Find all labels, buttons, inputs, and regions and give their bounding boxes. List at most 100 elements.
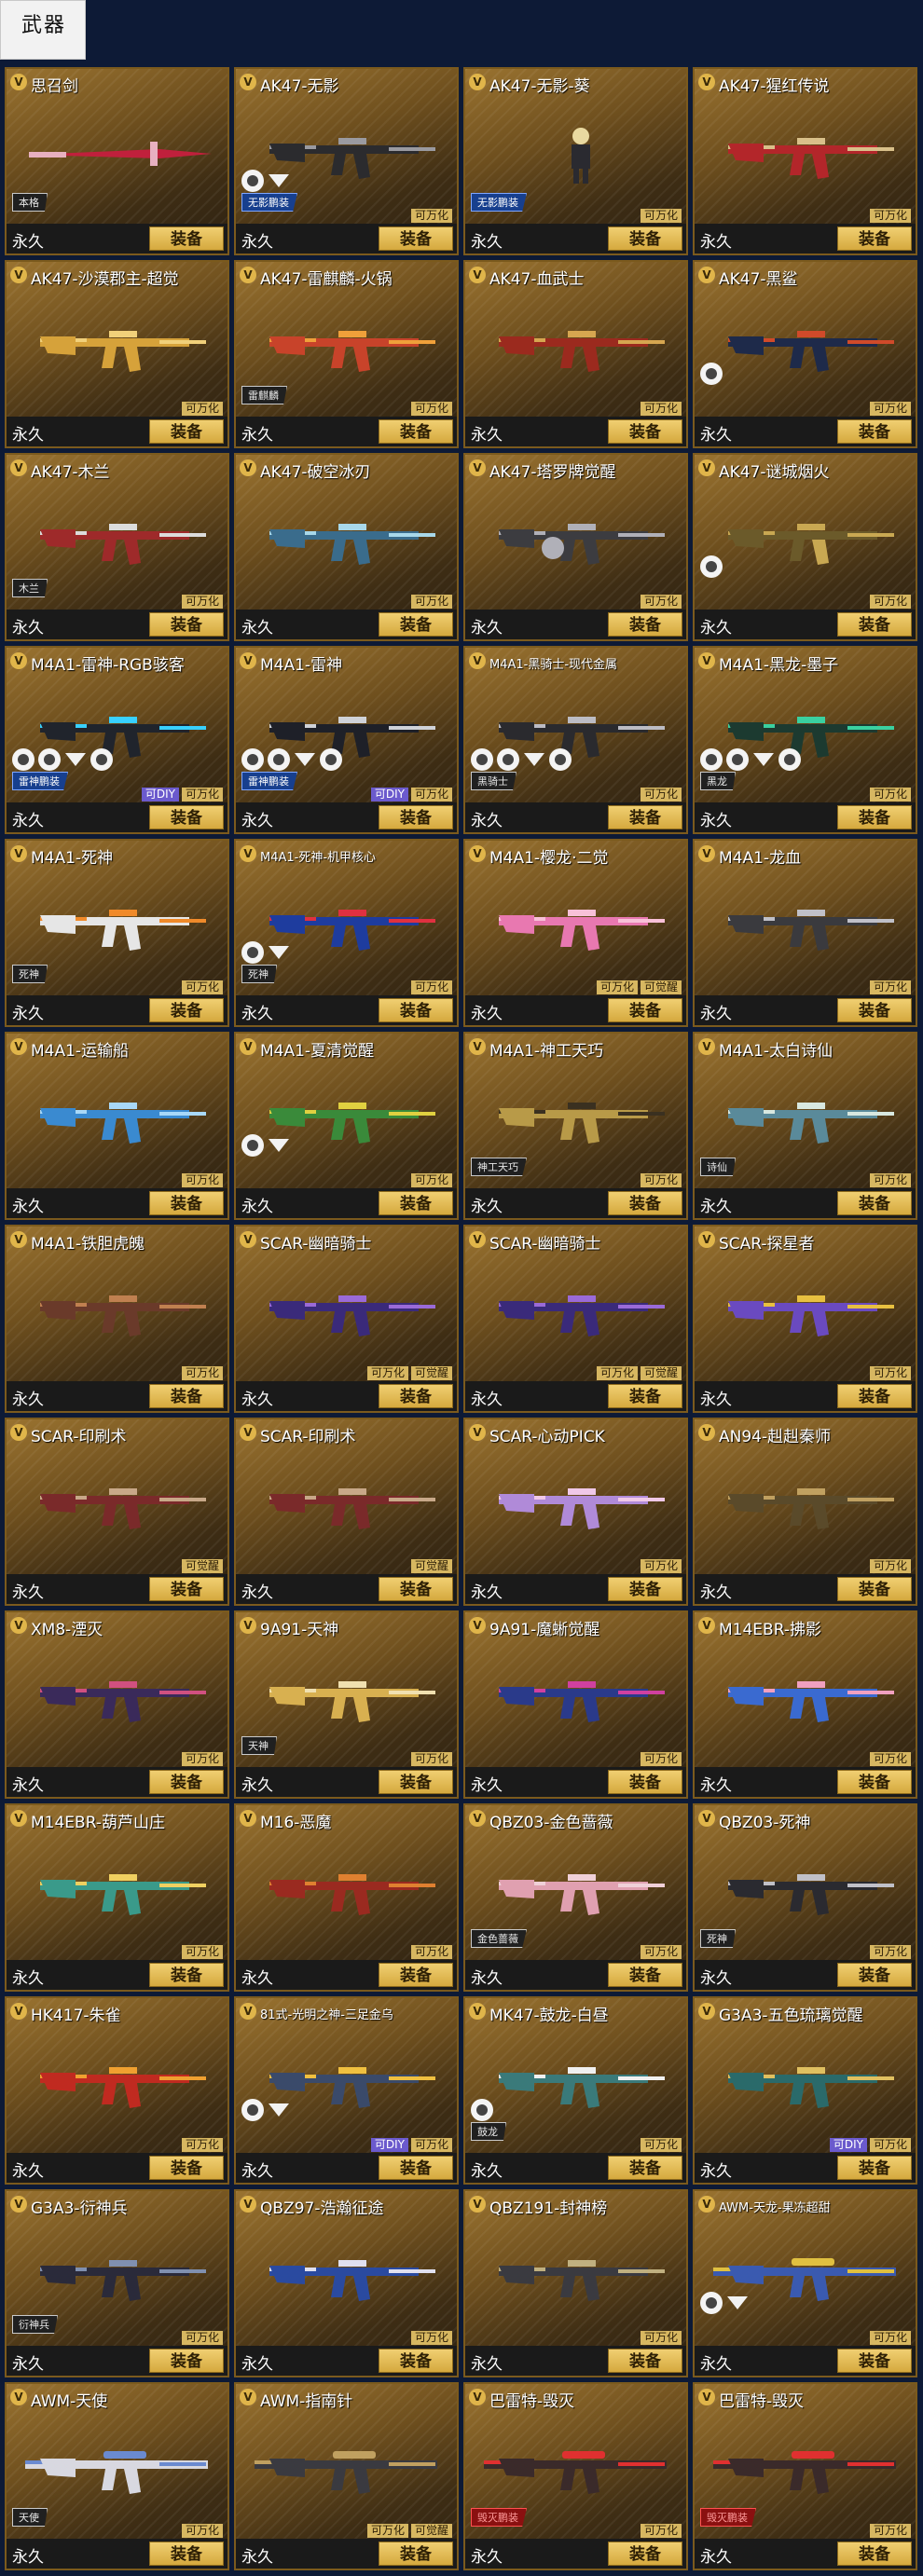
weapon-card[interactable]: V SCAR-探星者 可万化 永久 装备 <box>693 1225 917 1413</box>
weapon-card[interactable]: V M4A1-雷神-RGB骇客 雷神鹏装 可DIY 可万化 永久 装备 <box>5 646 229 834</box>
equip-button[interactable]: 装备 <box>379 1963 453 1987</box>
equip-button[interactable]: 装备 <box>608 2542 682 2566</box>
equip-button[interactable]: 装备 <box>837 1384 912 1408</box>
weapon-card[interactable]: V M16-恶魔 可万化 永久 装备 <box>234 1803 459 1992</box>
equip-button[interactable]: 装备 <box>379 1577 453 1601</box>
equip-button[interactable]: 装备 <box>379 1384 453 1408</box>
equip-button[interactable]: 装备 <box>149 998 224 1022</box>
weapon-card[interactable]: V AK47-塔罗牌觉醒 可万化 永久 装备 <box>463 453 688 641</box>
weapon-card[interactable]: V QBZ191-封神榜 可万化 永久 装备 <box>463 2189 688 2377</box>
weapon-card[interactable]: V AK47-谜城烟火 可万化 永久 装备 <box>693 453 917 641</box>
equip-button[interactable]: 装备 <box>837 612 912 637</box>
equip-button[interactable]: 装备 <box>149 1963 224 1987</box>
equip-button[interactable]: 装备 <box>149 805 224 829</box>
equip-button[interactable]: 装备 <box>149 226 224 251</box>
equip-button[interactable]: 装备 <box>379 998 453 1022</box>
weapon-card[interactable]: V AK47-黑鲨 可万化 永久 装备 <box>693 260 917 448</box>
equip-button[interactable]: 装备 <box>608 2349 682 2373</box>
weapon-card[interactable]: V AK47-木兰 木兰 可万化 永久 装备 <box>5 453 229 641</box>
equip-button[interactable]: 装备 <box>837 1577 912 1601</box>
equip-button[interactable]: 装备 <box>379 1770 453 1794</box>
equip-button[interactable]: 装备 <box>837 2156 912 2180</box>
equip-button[interactable]: 装备 <box>379 419 453 444</box>
weapon-card[interactable]: V AK47-猩红传说 可万化 永久 装备 <box>693 67 917 255</box>
equip-button[interactable]: 装备 <box>149 1384 224 1408</box>
weapon-card[interactable]: V AWM-天使 天使 可万化 永久 装备 <box>5 2382 229 2570</box>
weapon-card[interactable]: V M4A1-雷神 雷神鹏装 可DIY 可万化 永久 装备 <box>234 646 459 834</box>
equip-button[interactable]: 装备 <box>149 2349 224 2373</box>
equip-button[interactable]: 装备 <box>149 1191 224 1215</box>
equip-button[interactable]: 装备 <box>608 1770 682 1794</box>
weapon-card[interactable]: V G3A3-五色琉璃觉醒 可DIY 可万化 永久 装备 <box>693 1996 917 2185</box>
weapon-card[interactable]: V HK417-朱雀 可万化 永久 装备 <box>5 1996 229 2185</box>
weapon-card[interactable]: V SCAR-幽暗骑士 可万化 可觉醒 永久 装备 <box>234 1225 459 1413</box>
equip-button[interactable]: 装备 <box>608 612 682 637</box>
weapon-card[interactable]: V MK47-鼓龙-白昼 鼓龙 可万化 永久 装备 <box>463 1996 688 2185</box>
equip-button[interactable]: 装备 <box>837 226 912 251</box>
equip-button[interactable]: 装备 <box>379 805 453 829</box>
weapon-card[interactable]: V SCAR-心动PICK 可万化 永久 装备 <box>463 1418 688 1606</box>
weapon-card[interactable]: V M4A1-黑龙-墨子 黑龙 可万化 永久 装备 <box>693 646 917 834</box>
equip-button[interactable]: 装备 <box>837 1770 912 1794</box>
equip-button[interactable]: 装备 <box>837 2349 912 2373</box>
equip-button[interactable]: 装备 <box>149 1577 224 1601</box>
weapon-card[interactable]: V AK47-血武士 可万化 永久 装备 <box>463 260 688 448</box>
equip-button[interactable]: 装备 <box>837 2542 912 2566</box>
equip-button[interactable]: 装备 <box>379 226 453 251</box>
weapon-card[interactable]: V XM8-湮灭 可万化 永久 装备 <box>5 1610 229 1799</box>
weapon-card[interactable]: V M4A1-铁胆虎魄 可万化 永久 装备 <box>5 1225 229 1413</box>
equip-button[interactable]: 装备 <box>837 1191 912 1215</box>
weapon-card[interactable]: V AK47-破空冰刃 可万化 永久 装备 <box>234 453 459 641</box>
weapon-card[interactable]: V 9A91-魔蜥觉醒 可万化 永久 装备 <box>463 1610 688 1799</box>
equip-button[interactable]: 装备 <box>379 2156 453 2180</box>
weapon-card[interactable]: V 巴雷特-毁灭 毁灭鹏装 可万化 永久 装备 <box>463 2382 688 2570</box>
weapon-card[interactable]: V M4A1-太白诗仙 诗仙 可万化 永久 装备 <box>693 1032 917 1220</box>
equip-button[interactable]: 装备 <box>608 1963 682 1987</box>
weapon-card[interactable]: V AWM-天龙-果冻超甜 可万化 永久 装备 <box>693 2189 917 2377</box>
equip-button[interactable]: 装备 <box>149 2542 224 2566</box>
equip-button[interactable]: 装备 <box>608 2156 682 2180</box>
weapon-card[interactable]: V AWM-指南针 可万化 可觉醒 永久 装备 <box>234 2382 459 2570</box>
equip-button[interactable]: 装备 <box>608 805 682 829</box>
weapon-card[interactable]: V 81式-光明之神-三足金乌 可DIY 可万化 永久 装备 <box>234 1996 459 2185</box>
equip-button[interactable]: 装备 <box>379 2349 453 2373</box>
weapon-card[interactable]: V SCAR-印刷术 可觉醒 永久 装备 <box>5 1418 229 1606</box>
equip-button[interactable]: 装备 <box>149 419 224 444</box>
weapon-card[interactable]: V M4A1-黑骑士-现代金属 黑骑士 可万化 永久 装备 <box>463 646 688 834</box>
weapon-card[interactable]: V QBZ03-金色蔷薇 金色蔷薇 可万化 永久 装备 <box>463 1803 688 1992</box>
equip-button[interactable]: 装备 <box>837 805 912 829</box>
weapon-card[interactable]: V M4A1-神工天巧 神工天巧 可万化 永久 装备 <box>463 1032 688 1220</box>
equip-button[interactable]: 装备 <box>608 419 682 444</box>
weapon-card[interactable]: V M4A1-夏清觉醒 可万化 永久 装备 <box>234 1032 459 1220</box>
equip-button[interactable]: 装备 <box>837 1963 912 1987</box>
weapon-card[interactable]: V M4A1-死神 死神 可万化 永久 装备 <box>5 839 229 1027</box>
weapon-card[interactable]: V 9A91-天神 天神 可万化 永久 装备 <box>234 1610 459 1799</box>
weapon-card[interactable]: V M4A1-樱龙·二觉 可万化 可觉醒 永久 装备 <box>463 839 688 1027</box>
equip-button[interactable]: 装备 <box>379 1191 453 1215</box>
weapon-card[interactable]: V SCAR-印刷术 可觉醒 永久 装备 <box>234 1418 459 1606</box>
weapon-card[interactable]: V 思召剑 本格 永久 装备 <box>5 67 229 255</box>
equip-button[interactable]: 装备 <box>149 1770 224 1794</box>
weapon-card[interactable]: V AK47-雷麒麟-火锅 雷麒麟 可万化 永久 装备 <box>234 260 459 448</box>
equip-button[interactable]: 装备 <box>379 612 453 637</box>
equip-button[interactable]: 装备 <box>837 419 912 444</box>
equip-button[interactable]: 装备 <box>837 998 912 1022</box>
weapon-card[interactable]: V AK47-无影 无影鹏装 可万化 永久 装备 <box>234 67 459 255</box>
weapon-card[interactable]: V 巴雷特-毁灭 毁灭鹏装 可万化 永久 装备 <box>693 2382 917 2570</box>
equip-button[interactable]: 装备 <box>149 612 224 637</box>
weapon-card[interactable]: V AK47-无影-葵 无影鹏装 可万化 永久 装备 <box>463 67 688 255</box>
weapon-card[interactable]: V M4A1-龙血 可万化 永久 装备 <box>693 839 917 1027</box>
weapon-card[interactable]: V AN94-赳赳秦师 可万化 永久 装备 <box>693 1418 917 1606</box>
weapon-card[interactable]: V AK47-沙漠郡主-超觉 可万化 永久 装备 <box>5 260 229 448</box>
weapon-card[interactable]: V M4A1-运输船 可万化 永久 装备 <box>5 1032 229 1220</box>
equip-button[interactable]: 装备 <box>608 1384 682 1408</box>
weapon-card[interactable]: V QBZ03-死神 死神 可万化 永久 装备 <box>693 1803 917 1992</box>
weapon-card[interactable]: V QBZ97-浩瀚征途 可万化 永久 装备 <box>234 2189 459 2377</box>
weapon-card[interactable]: V M4A1-死神-机甲核心 死神 可万化 永久 装备 <box>234 839 459 1027</box>
equip-button[interactable]: 装备 <box>608 998 682 1022</box>
weapon-card[interactable]: V M14EBR-葫芦山庄 可万化 永久 装备 <box>5 1803 229 1992</box>
equip-button[interactable]: 装备 <box>149 2156 224 2180</box>
weapon-card[interactable]: V SCAR-幽暗骑士 可万化 可觉醒 永久 装备 <box>463 1225 688 1413</box>
weapon-card[interactable]: V G3A3-衍神兵 衍神兵 可万化 永久 装备 <box>5 2189 229 2377</box>
equip-button[interactable]: 装备 <box>608 226 682 251</box>
